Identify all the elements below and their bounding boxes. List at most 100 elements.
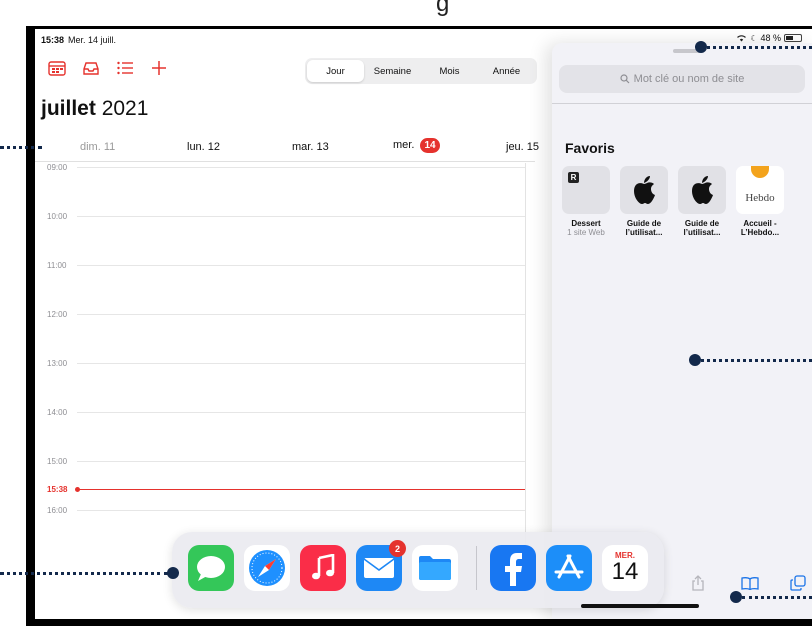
current-time-label: 15:38 [47, 485, 68, 494]
mail-badge: 2 [389, 540, 406, 557]
hour-line [77, 363, 525, 364]
app-store-icon[interactable] [546, 545, 592, 591]
ipad-screen: 15:38 Mer. 14 juill. ☾ 48 % Jour Semaine… [35, 29, 812, 619]
favorite-tile [678, 166, 726, 214]
moon-icon: ☾ [750, 33, 758, 43]
favorite-hebdo[interactable]: Hebdo Accueil - L’Hebdo... [736, 166, 784, 237]
home-indicator[interactable] [581, 604, 699, 608]
hour-label: 15:00 [47, 457, 68, 466]
favorite-subtitle: 1 site Web [567, 228, 605, 237]
wifi-icon [737, 35, 747, 42]
calendar-toolbar [47, 59, 169, 77]
favorite-dessert[interactable]: R Dessert 1 site Web [562, 166, 610, 237]
stage: g 15:38 Mer. 14 juill. ☾ 48 % Jour Semai… [0, 0, 812, 626]
dock: 2 MER. 14 [172, 532, 664, 608]
favorite-guide-2[interactable]: Guide de l’utilisat... [678, 166, 726, 237]
inbox-icon[interactable] [81, 59, 101, 77]
hebdo-logo: Hebdo [745, 192, 775, 204]
callout-line-dock [0, 572, 168, 575]
facebook-app-icon[interactable] [490, 545, 536, 591]
dock-separator [476, 546, 477, 590]
battery-icon [784, 34, 802, 42]
day-sunday-11[interactable]: dim. 11 [80, 141, 115, 153]
calendar-title-year: 2021 [101, 97, 149, 120]
calendar-title: juillet 2021 [41, 97, 148, 121]
callout-dot-handle [695, 41, 707, 53]
calendar-app-icon[interactable]: MER. 14 [602, 545, 648, 591]
view-mode-year[interactable]: Année [478, 60, 535, 82]
hour-label: 10:00 [47, 212, 68, 221]
hour-label: 09:00 [47, 163, 68, 172]
list-icon[interactable] [115, 59, 135, 77]
favorite-guide-1[interactable]: Guide de l’utilisat... [620, 166, 668, 237]
favorite-name: Guide de [684, 219, 720, 228]
share-icon[interactable] [688, 573, 708, 593]
r-letter-icon: R [568, 172, 579, 183]
callout-dot-panel [689, 354, 701, 366]
favorite-name: Guide de [626, 219, 662, 228]
calendar-app-day: 14 [611, 557, 639, 585]
apple-logo-icon [634, 176, 655, 204]
safari-divider [552, 103, 812, 104]
hour-label: 16:00 [47, 506, 68, 515]
today-badge: 14 [420, 138, 440, 153]
day-wednesday-label: mer. [393, 139, 415, 151]
favorites-title: Favoris [565, 140, 615, 156]
search-placeholder: Mot clé ou nom de site [633, 73, 745, 85]
safari-search-field[interactable]: Mot clé ou nom de site [559, 65, 805, 93]
favorite-tile [620, 166, 668, 214]
day-wednesday-14[interactable]: mer. 14 [393, 138, 440, 153]
day-grid[interactable]: 09:00 10:00 11:00 12:00 13:00 14:00 15:0… [35, 163, 535, 583]
hour-label: 14:00 [47, 408, 68, 417]
callout-line-panel [701, 359, 812, 362]
callout-dot-dock [167, 567, 179, 579]
favorite-tile: Hebdo [736, 166, 784, 214]
favorite-subtitle: l’utilisat... [625, 228, 663, 237]
hour-line [77, 167, 525, 168]
view-mode-week[interactable]: Semaine [364, 60, 421, 82]
hour-line [77, 314, 525, 315]
status-date: Mer. 14 juill. [68, 35, 117, 45]
calendars-icon[interactable] [47, 59, 67, 77]
favorite-name: Accueil - [743, 219, 777, 228]
files-app-icon[interactable] [412, 545, 458, 591]
favorites-grid: R Dessert 1 site Web Guide de l’utilisat… [562, 166, 784, 237]
apple-logo-icon [692, 176, 713, 204]
hour-line [77, 412, 525, 413]
favorite-name: Dessert [571, 219, 601, 228]
favorite-subtitle: l’utilisat... [683, 228, 721, 237]
favorite-tile: R [562, 166, 610, 214]
hour-line [77, 265, 525, 266]
messages-app-icon[interactable] [188, 545, 234, 591]
hebdo-drop-icon [751, 166, 769, 178]
ipad-frame: 15:38 Mer. 14 juill. ☾ 48 % Jour Semaine… [26, 26, 812, 626]
day-monday-12[interactable]: lun. 12 [187, 141, 220, 153]
hour-label: 12:00 [47, 310, 68, 319]
day-thursday-15[interactable]: jeu. 15 [506, 141, 539, 153]
mail-app-icon[interactable]: 2 [356, 540, 406, 591]
music-app-icon[interactable] [300, 545, 346, 591]
cropped-heading-glyph: g [436, 0, 450, 17]
view-mode-control: Jour Semaine Mois Année [305, 58, 537, 84]
status-time: 15:38 [41, 35, 65, 45]
battery-percent: 48 % [760, 33, 781, 43]
current-time-line [77, 489, 525, 490]
search-icon [620, 74, 630, 84]
view-mode-day[interactable]: Jour [307, 60, 364, 82]
add-event-icon[interactable] [149, 59, 169, 77]
hour-label: 13:00 [47, 359, 68, 368]
hour-line [77, 461, 525, 462]
calendar-title-month: juillet [41, 97, 96, 120]
hour-line [77, 216, 525, 217]
day-tuesday-13[interactable]: mar. 13 [292, 141, 329, 153]
callout-dot-home [730, 591, 742, 603]
view-mode-month[interactable]: Mois [421, 60, 478, 82]
day-column-divider [525, 163, 526, 583]
bookmarks-icon[interactable] [740, 573, 760, 593]
safari-app-icon[interactable] [244, 545, 290, 591]
callout-line [0, 146, 42, 149]
tabs-icon[interactable] [788, 573, 808, 593]
day-header-divider [35, 161, 535, 162]
favorite-subtitle: L’Hebdo... [740, 228, 780, 237]
callout-line-home [742, 596, 812, 599]
